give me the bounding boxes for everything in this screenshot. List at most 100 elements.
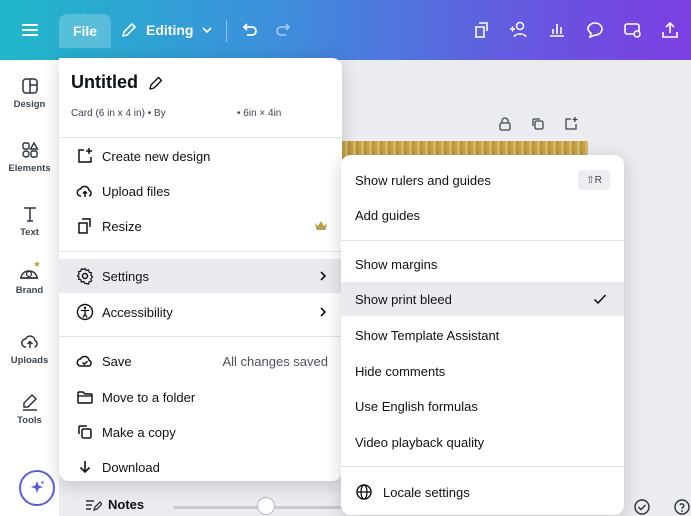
duplicate-icon[interactable] [530,116,546,132]
sidebar-item-tools[interactable]: Tools [0,392,59,426]
menu-item-label: Download [102,459,160,475]
check-circle-icon[interactable] [633,498,651,516]
notes-icon [86,499,102,511]
sidebar-item-label: Tools [17,415,42,426]
save-status: All changes saved [222,353,328,369]
menu-divider [341,466,624,467]
copy-icon [74,421,96,443]
menu-item-label: Show Template Assistant [355,327,500,343]
notes-button[interactable]: Notes [84,497,144,512]
menu-item-label: Accessibility [102,304,173,320]
pen-tool-icon [22,393,37,411]
chevron-down-icon [202,27,213,34]
accessibility-item[interactable]: Accessibility [59,295,342,329]
sidebar-item-brand[interactable]: Brand [0,260,59,296]
accessibility-icon [74,301,96,323]
editing-label: Editing [146,22,194,38]
checkmark-icon [592,291,608,307]
bottom-right-icons [633,498,691,516]
menu-item-label: Save [102,353,132,369]
resize-icon [74,215,96,237]
settings-submenu: Show rulers and guides ⇧R Add guides Sho… [341,155,624,515]
show-template-assistant-item[interactable]: Show Template Assistant [341,318,624,352]
insights-icon[interactable] [547,14,567,46]
comment-icon[interactable] [585,14,605,46]
menu-item-label: Locale settings [383,484,470,500]
menu-item-label: Add guides [355,207,421,223]
save-item[interactable]: Save All changes saved [59,344,342,378]
menu-item-label: Video playback quality [355,434,485,450]
menu-icon[interactable] [20,14,40,46]
settings-item[interactable]: Settings [59,259,342,293]
editing-mode-button[interactable]: Editing [120,14,213,46]
show-print-bleed-item[interactable]: Show print bleed [341,282,624,316]
design-title-text: Untitled [71,72,138,92]
left-sidebar: Design Elements Text Brand Uploads Tools [0,60,59,516]
top-toolbar: File Editing [0,0,691,60]
download-item[interactable]: Download [59,450,342,484]
notes-label: Notes [108,497,145,512]
design-title[interactable]: Untitled [71,72,164,93]
show-rulers-item[interactable]: Show rulers and guides ⇧R [341,163,624,197]
magic-sparkle-button[interactable] [19,470,55,506]
resize-icon[interactable] [472,14,492,46]
sidebar-item-label: Elements [8,163,51,174]
video-playback-quality-item[interactable]: Video playback quality [341,425,624,459]
menu-item-label: Hide comments [355,363,446,379]
menu-divider [59,336,342,337]
upload-files-item[interactable]: Upload files [59,174,342,208]
move-to-folder-item[interactable]: Move to a folder [59,380,342,414]
menu-item-label: Settings [102,268,149,284]
download-icon [74,456,96,478]
cloud-upload-icon [20,335,38,348]
plus-square-icon [74,145,96,167]
locale-settings-item[interactable]: Locale settings [341,475,624,509]
menu-divider [341,240,624,241]
file-menu: Untitled Card (6 in x 4 in) • By • 6in ×… [59,58,342,481]
menu-item-label: Move to a folder [102,389,196,405]
globe-icon [355,483,373,501]
cloud-check-icon [74,350,96,372]
menu-item-label: Make a copy [102,424,176,440]
sidebar-item-label: Design [13,99,46,110]
file-menu-button[interactable]: File [59,14,111,48]
add-guides-item[interactable]: Add guides [341,198,624,232]
sidebar-item-text[interactable]: Text [0,204,59,238]
zoom-slider-handle[interactable] [257,497,275,515]
menu-item-label: Show print bleed [355,291,452,307]
file-menu-label: File [72,23,98,39]
add-page-icon[interactable] [563,116,579,132]
sparkle-icon [31,481,44,493]
text-icon [23,207,36,222]
chevron-right-icon [318,270,328,282]
design-size: • 6in × 4in [237,108,282,119]
crown-icon [314,220,328,232]
redo-icon[interactable] [274,14,294,46]
pencil-icon [149,76,163,90]
sidebar-item-elements[interactable]: Elements [0,140,59,174]
sidebar-item-uploads[interactable]: Uploads [0,332,59,366]
use-english-formulas-item[interactable]: Use English formulas [341,389,624,423]
toolbar-divider [226,20,227,42]
present-icon[interactable] [622,14,644,46]
share-icon[interactable] [660,14,680,46]
brand-icon [19,261,40,279]
undo-icon[interactable] [239,14,259,46]
add-people-icon[interactable] [508,14,530,46]
make-copy-item[interactable]: Make a copy [59,415,342,449]
sidebar-item-label: Text [20,227,39,238]
create-new-design-item[interactable]: Create new design [59,139,342,173]
menu-divider [59,251,342,252]
help-icon[interactable] [673,498,691,516]
menu-item-label: Show rulers and guides [355,172,491,188]
hide-comments-item[interactable]: Hide comments [341,354,624,388]
menu-item-label: Resize [102,218,142,234]
sidebar-item-label: Uploads [10,355,49,366]
page-tools [497,116,579,132]
resize-item[interactable]: Resize [59,209,342,243]
chevron-right-icon [318,306,328,318]
sidebar-item-design[interactable]: Design [0,76,59,110]
lock-icon[interactable] [497,116,513,132]
menu-item-label: Create new design [102,148,211,164]
show-margins-item[interactable]: Show margins [341,247,624,281]
